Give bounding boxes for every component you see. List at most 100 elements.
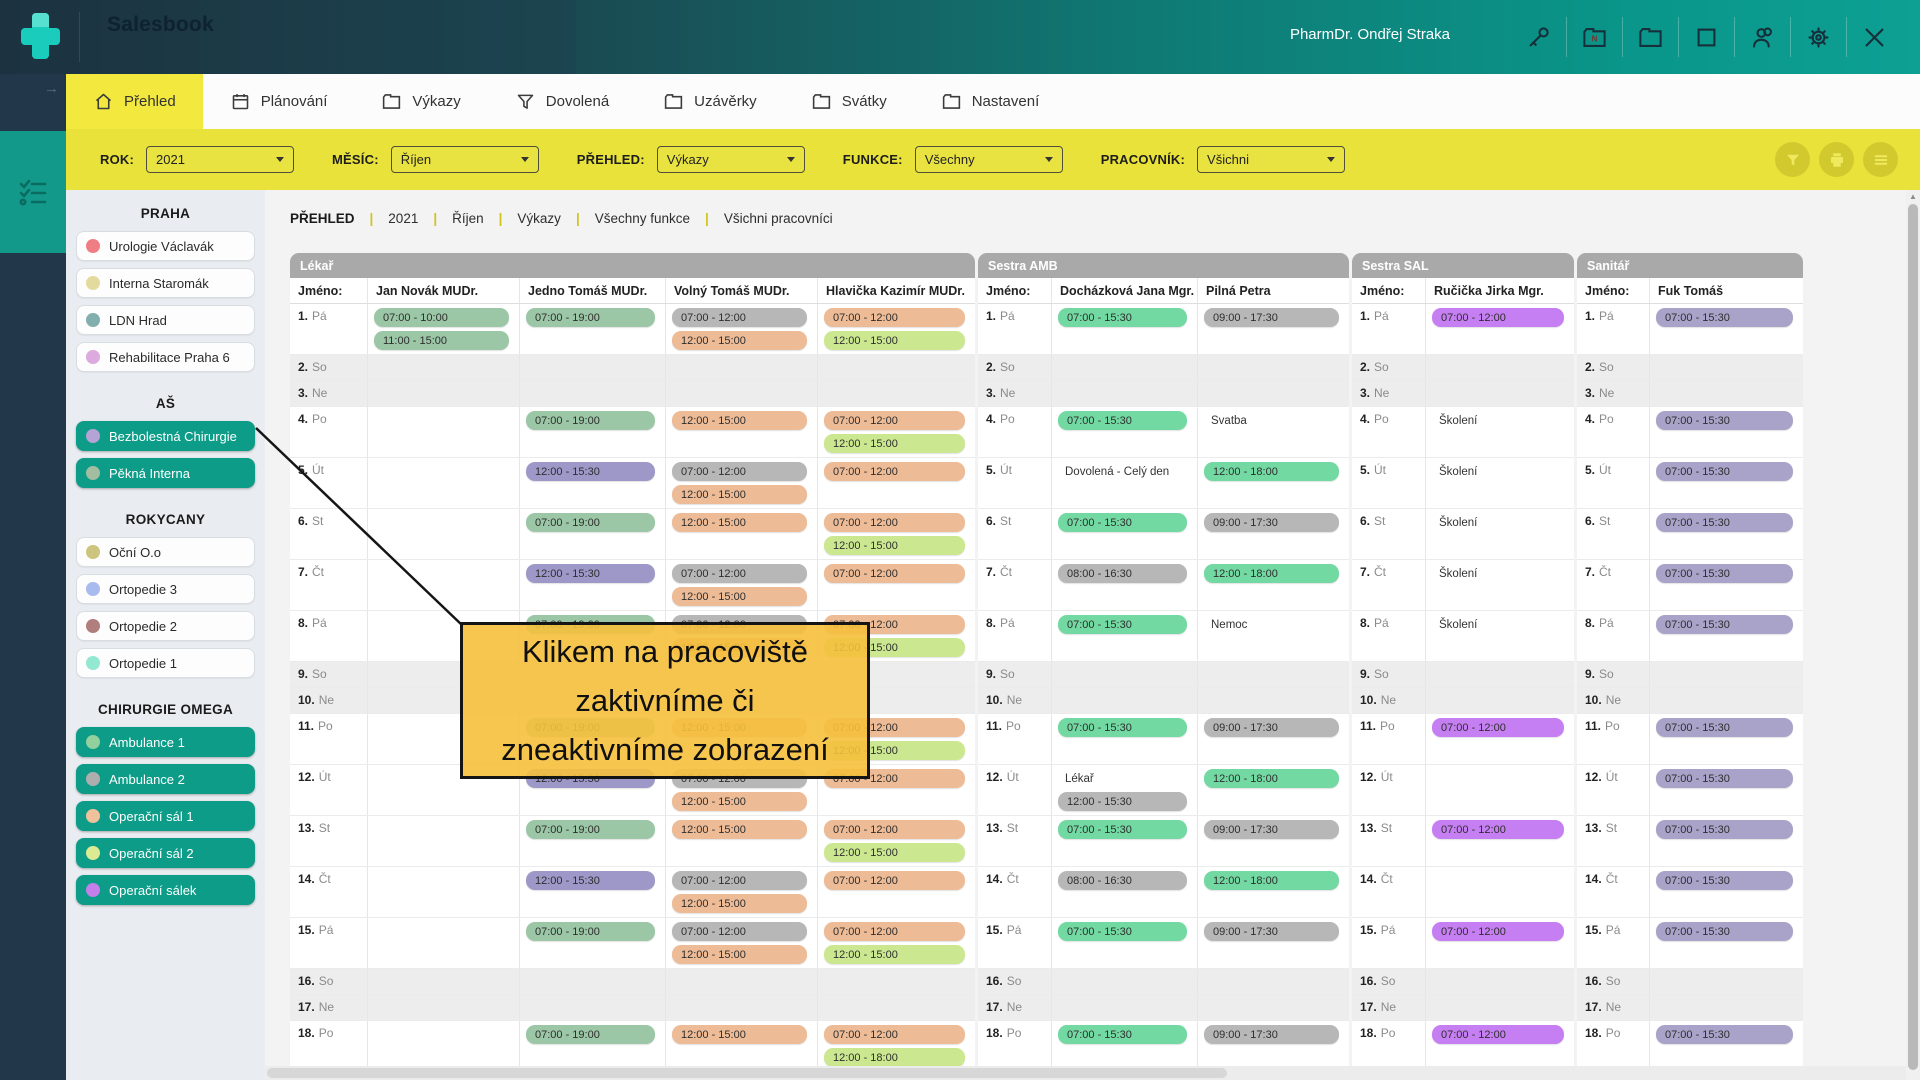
close-icon[interactable] bbox=[1846, 17, 1902, 57]
workplace-item-2-group-4[interactable]: Ambulance 2 bbox=[76, 764, 255, 794]
tab-uzaverky[interactable]: Uzávěrky bbox=[636, 74, 784, 129]
shift-chip[interactable]: 07:00 - 15:30 bbox=[1656, 871, 1793, 890]
workplace-item-1-group-1[interactable]: Urologie Václavák bbox=[76, 231, 255, 261]
user-search-icon[interactable] bbox=[1734, 17, 1790, 57]
shift-chip[interactable]: 12:00 - 15:00 bbox=[824, 331, 965, 350]
shift-chip[interactable]: 12:00 - 15:00 bbox=[672, 411, 807, 430]
shift-chip[interactable]: 07:00 - 15:30 bbox=[1058, 1025, 1187, 1044]
shift-chip[interactable]: 12:00 - 15:00 bbox=[672, 945, 807, 964]
shift-chip[interactable]: 07:00 - 12:00 bbox=[672, 462, 807, 481]
tab-planovani[interactable]: Plánování bbox=[203, 74, 355, 129]
shift-chip[interactable]: 07:00 - 12:00 bbox=[824, 308, 965, 327]
shift-chip[interactable]: 07:00 - 19:00 bbox=[526, 1025, 655, 1044]
folder-n-icon[interactable]: N bbox=[1566, 17, 1622, 57]
funkce-select[interactable]: Všechny bbox=[915, 146, 1063, 173]
shift-chip[interactable]: 07:00 - 12:00 bbox=[1432, 922, 1564, 941]
shift-chip[interactable]: 07:00 - 15:30 bbox=[1656, 411, 1793, 430]
shift-chip[interactable]: 07:00 - 12:00 bbox=[1432, 820, 1564, 839]
shift-chip[interactable]: 07:00 - 12:00 bbox=[824, 871, 965, 890]
shift-chip[interactable]: 09:00 - 17:30 bbox=[1204, 308, 1339, 327]
shift-chip[interactable]: 12:00 - 18:00 bbox=[824, 1048, 965, 1066]
shift-chip[interactable]: 07:00 - 12:00 bbox=[824, 513, 965, 532]
shift-chip[interactable]: 07:00 - 12:00 bbox=[1432, 1025, 1564, 1044]
shift-chip[interactable]: 12:00 - 15:00 bbox=[672, 792, 807, 811]
horizontal-scrollbar-thumb[interactable] bbox=[267, 1068, 1227, 1078]
workplace-item-4-group-4[interactable]: Operační sál 2 bbox=[76, 838, 255, 868]
shift-chip[interactable]: 07:00 - 15:30 bbox=[1656, 513, 1793, 532]
workplace-item-2-group-1[interactable]: Interna Staromák bbox=[76, 268, 255, 298]
square-icon[interactable] bbox=[1678, 17, 1734, 57]
workplace-item-1-group-3[interactable]: Oční O.o bbox=[76, 537, 255, 567]
workplace-item-2-group-2[interactable]: Pěkná Interna bbox=[76, 458, 255, 488]
shift-chip[interactable]: 12:00 - 15:00 bbox=[824, 536, 965, 555]
workplace-item-3-group-3[interactable]: Ortopedie 2 bbox=[76, 611, 255, 641]
tab-svatky[interactable]: Svátky bbox=[784, 74, 914, 129]
shift-chip[interactable]: 12:00 - 15:00 bbox=[672, 331, 807, 350]
shift-chip[interactable]: 07:00 - 12:00 bbox=[672, 308, 807, 327]
workplace-item-3-group-4[interactable]: Operační sál 1 bbox=[76, 801, 255, 831]
workplace-list-icon[interactable] bbox=[0, 131, 66, 253]
shift-chip[interactable]: 12:00 - 18:00 bbox=[1204, 769, 1339, 788]
tab-vykazy[interactable]: Výkazy bbox=[354, 74, 487, 129]
printer-button[interactable] bbox=[1819, 142, 1854, 177]
shift-chip[interactable]: 07:00 - 12:00 bbox=[824, 1025, 965, 1044]
workplace-item-3-group-1[interactable]: LDN Hrad bbox=[76, 305, 255, 335]
vertical-scrollbar[interactable]: ▲ bbox=[1906, 190, 1920, 1080]
vertical-scrollbar-thumb[interactable] bbox=[1908, 204, 1918, 1070]
shift-chip[interactable]: 12:00 - 15:00 bbox=[672, 485, 807, 504]
shift-chip[interactable]: 07:00 - 15:30 bbox=[1058, 922, 1187, 941]
shift-chip[interactable]: 12:00 - 15:00 bbox=[672, 587, 807, 606]
shift-chip[interactable]: 07:00 - 15:30 bbox=[1656, 1025, 1793, 1044]
shift-chip[interactable]: 09:00 - 17:30 bbox=[1204, 922, 1339, 941]
mesic-select[interactable]: Říjen bbox=[391, 146, 539, 173]
shift-chip[interactable]: 07:00 - 15:30 bbox=[1656, 922, 1793, 941]
shift-chip[interactable]: 12:00 - 15:30 bbox=[526, 462, 655, 481]
shift-chip[interactable]: 07:00 - 12:00 bbox=[672, 871, 807, 890]
filter-button[interactable] bbox=[1775, 142, 1810, 177]
workplace-item-4-group-3[interactable]: Ortopedie 1 bbox=[76, 648, 255, 678]
shift-chip[interactable]: 12:00 - 18:00 bbox=[1204, 871, 1339, 890]
collapse-sidebar-icon[interactable]: → bbox=[44, 80, 59, 97]
workplace-item-1-group-4[interactable]: Ambulance 1 bbox=[76, 727, 255, 757]
prehled-select[interactable]: Výkazy bbox=[657, 146, 805, 173]
key-icon[interactable] bbox=[1510, 17, 1566, 57]
workplace-item-5-group-4[interactable]: Operační sálek bbox=[76, 875, 255, 905]
tab-nastaveni[interactable]: Nastavení bbox=[914, 74, 1067, 129]
shift-chip[interactable]: 09:00 - 17:30 bbox=[1204, 1025, 1339, 1044]
horizontal-scrollbar[interactable] bbox=[265, 1066, 1906, 1080]
shift-chip[interactable]: 12:00 - 15:00 bbox=[672, 1025, 807, 1044]
shift-chip[interactable]: 07:00 - 15:30 bbox=[1058, 615, 1187, 634]
shift-chip[interactable]: 07:00 - 12:00 bbox=[672, 564, 807, 583]
shift-chip[interactable]: 07:00 - 19:00 bbox=[526, 820, 655, 839]
shift-chip[interactable]: 07:00 - 15:30 bbox=[1058, 513, 1187, 532]
shift-chip[interactable]: 07:00 - 12:00 bbox=[824, 564, 965, 583]
shift-chip[interactable]: 12:00 - 18:00 bbox=[1204, 462, 1339, 481]
shift-chip[interactable]: 07:00 - 12:00 bbox=[672, 922, 807, 941]
shift-chip[interactable]: 12:00 - 15:00 bbox=[672, 894, 807, 913]
shift-chip[interactable]: 07:00 - 12:00 bbox=[824, 462, 965, 481]
tab-prehled[interactable]: Přehled bbox=[66, 74, 203, 129]
shift-chip[interactable]: 07:00 - 10:00 bbox=[374, 308, 509, 327]
shift-chip[interactable]: 07:00 - 15:30 bbox=[1656, 718, 1793, 737]
shift-chip[interactable]: 07:00 - 19:00 bbox=[526, 513, 655, 532]
gear-icon[interactable] bbox=[1790, 17, 1846, 57]
workplace-item-4-group-1[interactable]: Rehabilitace Praha 6 bbox=[76, 342, 255, 372]
shift-chip[interactable]: 12:00 - 15:30 bbox=[526, 871, 655, 890]
shift-chip[interactable]: 12:00 - 15:00 bbox=[824, 843, 965, 862]
shift-chip[interactable]: 12:00 - 15:30 bbox=[1058, 792, 1187, 811]
shift-chip[interactable]: 07:00 - 15:30 bbox=[1058, 308, 1187, 327]
shift-chip[interactable]: 07:00 - 15:30 bbox=[1656, 615, 1793, 634]
shift-chip[interactable]: 07:00 - 15:30 bbox=[1656, 564, 1793, 583]
shift-chip[interactable]: 07:00 - 19:00 bbox=[526, 922, 655, 941]
shift-chip[interactable]: 07:00 - 12:00 bbox=[824, 922, 965, 941]
shift-chip[interactable]: 07:00 - 12:00 bbox=[824, 820, 965, 839]
workplace-item-2-group-3[interactable]: Ortopedie 3 bbox=[76, 574, 255, 604]
shift-chip[interactable]: 12:00 - 15:30 bbox=[526, 564, 655, 583]
shift-chip[interactable]: 07:00 - 12:00 bbox=[824, 411, 965, 430]
shift-chip[interactable]: 07:00 - 19:00 bbox=[526, 308, 655, 327]
shift-chip[interactable]: 07:00 - 15:30 bbox=[1058, 820, 1187, 839]
shift-chip[interactable]: 08:00 - 16:30 bbox=[1058, 871, 1187, 890]
shift-chip[interactable]: 12:00 - 18:00 bbox=[1204, 564, 1339, 583]
pracovnik-select[interactable]: Všichni bbox=[1197, 146, 1345, 173]
shift-chip[interactable]: 07:00 - 15:30 bbox=[1058, 718, 1187, 737]
